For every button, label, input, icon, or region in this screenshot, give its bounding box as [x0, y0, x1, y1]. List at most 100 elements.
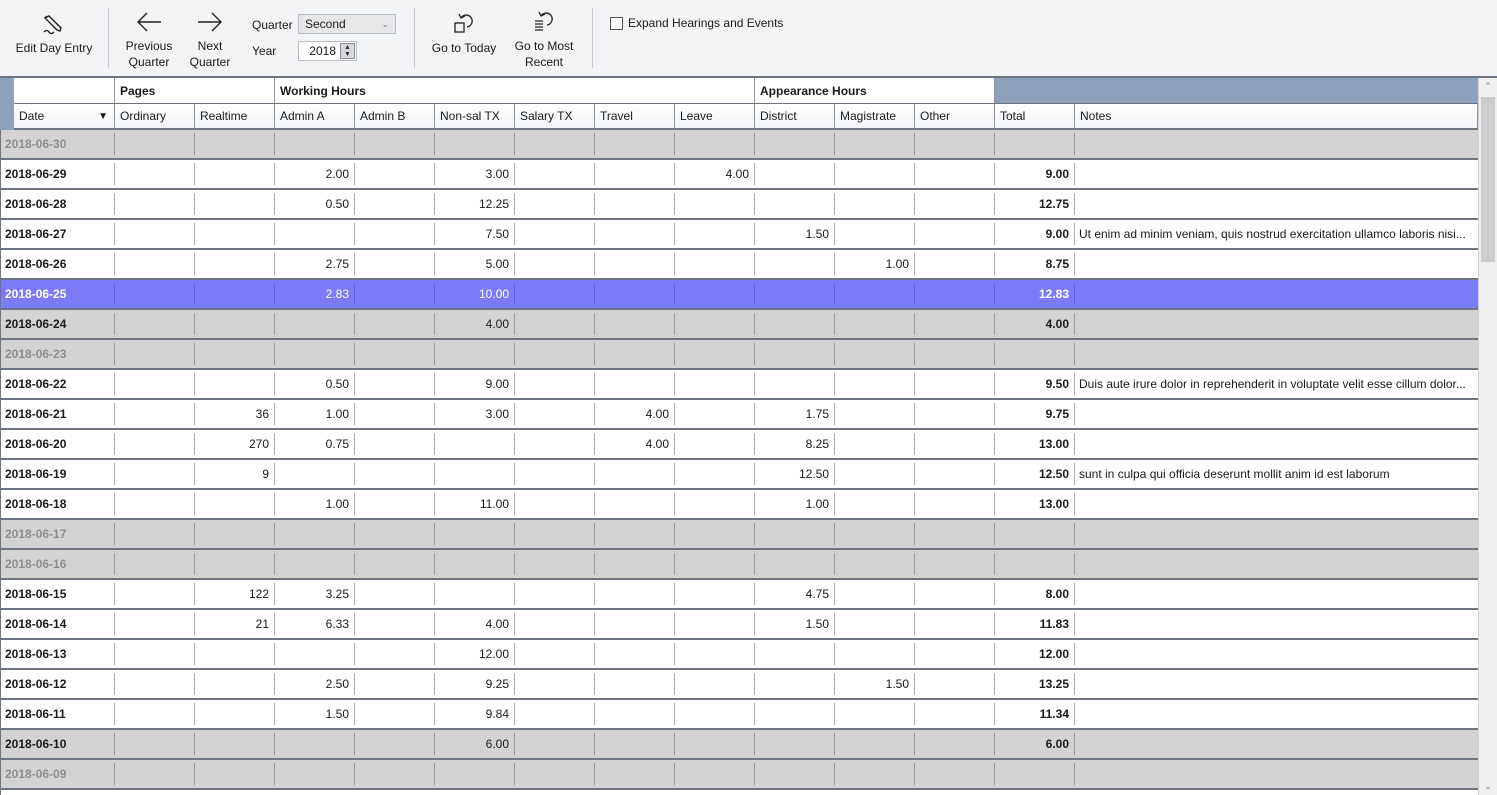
cell-travel[interactable] — [595, 193, 675, 215]
cell-date[interactable]: 2018-06-27 — [0, 223, 115, 245]
cell-magistrate[interactable] — [835, 163, 915, 185]
cell-magistrate[interactable] — [835, 403, 915, 425]
cell-admin-b[interactable] — [355, 763, 435, 785]
cell-admin-b[interactable] — [355, 253, 435, 275]
cell-notes[interactable] — [1075, 343, 1478, 365]
cell-other[interactable] — [915, 523, 995, 545]
cell-non-sal-tx[interactable]: 9.84 — [435, 703, 515, 725]
table-row[interactable]: 2018-06-09 — [0, 760, 1478, 790]
cell-non-sal-tx[interactable]: 11.00 — [435, 493, 515, 515]
cell-admin-a[interactable] — [275, 553, 355, 575]
cell-non-sal-tx[interactable]: 4.00 — [435, 313, 515, 335]
cell-total[interactable] — [995, 553, 1075, 575]
cell-total[interactable] — [995, 763, 1075, 785]
cell-leave[interactable] — [675, 253, 755, 275]
cell-other[interactable] — [915, 763, 995, 785]
table-row[interactable]: 2018-06-17 — [0, 520, 1478, 550]
cell-notes[interactable]: Ut enim ad minim veniam, quis nostrud ex… — [1075, 223, 1478, 245]
column-header-other[interactable]: Other — [915, 104, 995, 128]
cell-notes[interactable] — [1075, 523, 1478, 545]
cell-leave[interactable] — [675, 553, 755, 575]
cell-travel[interactable]: 4.00 — [595, 433, 675, 455]
cell-realtime[interactable] — [195, 523, 275, 545]
cell-realtime[interactable] — [195, 253, 275, 275]
cell-admin-a[interactable]: 3.25 — [275, 583, 355, 605]
cell-other[interactable] — [915, 433, 995, 455]
vertical-scrollbar[interactable]: ⌃ ⌄ — [1478, 78, 1497, 795]
cell-salary-tx[interactable] — [515, 523, 595, 545]
cell-magistrate[interactable] — [835, 463, 915, 485]
cell-ordinary[interactable] — [115, 613, 195, 635]
cell-total[interactable] — [995, 343, 1075, 365]
cell-notes[interactable] — [1075, 733, 1478, 755]
go-to-today-button[interactable]: Go to Today — [426, 6, 502, 56]
cell-salary-tx[interactable] — [515, 283, 595, 305]
cell-admin-a[interactable]: 1.00 — [275, 493, 355, 515]
cell-travel[interactable] — [595, 523, 675, 545]
table-row[interactable]: 2018-06-16 — [0, 550, 1478, 580]
column-header-district[interactable]: District — [755, 104, 835, 128]
cell-date[interactable]: 2018-06-26 — [0, 253, 115, 275]
cell-travel[interactable] — [595, 643, 675, 665]
cell-magistrate[interactable] — [835, 343, 915, 365]
cell-other[interactable] — [915, 343, 995, 365]
column-header-admin-a[interactable]: Admin A — [275, 104, 355, 128]
cell-travel[interactable] — [595, 493, 675, 515]
cell-total[interactable] — [995, 523, 1075, 545]
cell-salary-tx[interactable] — [515, 733, 595, 755]
cell-magistrate[interactable]: 1.00 — [835, 253, 915, 275]
cell-salary-tx[interactable] — [515, 613, 595, 635]
cell-ordinary[interactable] — [115, 733, 195, 755]
cell-notes[interactable] — [1075, 583, 1478, 605]
column-header-magistrate[interactable]: Magistrate — [835, 104, 915, 128]
cell-travel[interactable] — [595, 463, 675, 485]
cell-date[interactable]: 2018-06-14 — [0, 613, 115, 635]
cell-realtime[interactable] — [195, 133, 275, 155]
cell-leave[interactable] — [675, 283, 755, 305]
cell-admin-b[interactable] — [355, 403, 435, 425]
cell-realtime[interactable]: 122 — [195, 583, 275, 605]
cell-total[interactable]: 11.83 — [995, 613, 1075, 635]
cell-travel[interactable] — [595, 253, 675, 275]
table-row[interactable]: 2018-06-10 6.00 6.00 — [0, 730, 1478, 760]
cell-magistrate[interactable] — [835, 523, 915, 545]
cell-magistrate[interactable] — [835, 313, 915, 335]
table-row[interactable]: 2018-06-29 2.00 3.00 4.00 9.00 — [0, 160, 1478, 190]
cell-leave[interactable] — [675, 733, 755, 755]
cell-other[interactable] — [915, 133, 995, 155]
cell-date[interactable]: 2018-06-10 — [0, 733, 115, 755]
cell-admin-b[interactable] — [355, 283, 435, 305]
cell-admin-b[interactable] — [355, 193, 435, 215]
cell-magistrate[interactable] — [835, 433, 915, 455]
table-row[interactable]: 2018-06-13 12.00 12.00 — [0, 640, 1478, 670]
column-header-admin-b[interactable]: Admin B — [355, 104, 435, 128]
cell-other[interactable] — [915, 373, 995, 395]
cell-leave[interactable] — [675, 133, 755, 155]
cell-ordinary[interactable] — [115, 133, 195, 155]
cell-leave[interactable] — [675, 373, 755, 395]
cell-admin-a[interactable]: 2.75 — [275, 253, 355, 275]
cell-leave[interactable] — [675, 643, 755, 665]
cell-total[interactable]: 6.00 — [995, 733, 1075, 755]
cell-magistrate[interactable] — [835, 733, 915, 755]
cell-total[interactable]: 13.00 — [995, 433, 1075, 455]
table-row[interactable]: 2018-06-19 9 12.50 12.50 sunt in culpa qui o… — [0, 460, 1478, 490]
cell-salary-tx[interactable] — [515, 223, 595, 245]
cell-total[interactable]: 4.00 — [995, 313, 1075, 335]
cell-leave[interactable] — [675, 403, 755, 425]
cell-other[interactable] — [915, 193, 995, 215]
cell-non-sal-tx[interactable]: 7.50 — [435, 223, 515, 245]
cell-realtime[interactable] — [195, 673, 275, 695]
cell-ordinary[interactable] — [115, 643, 195, 665]
cell-total[interactable]: 12.75 — [995, 193, 1075, 215]
cell-admin-b[interactable] — [355, 643, 435, 665]
cell-total[interactable]: 12.50 — [995, 463, 1075, 485]
expand-hearings-label[interactable]: Expand Hearings and Events — [628, 16, 783, 30]
cell-travel[interactable] — [595, 733, 675, 755]
cell-leave[interactable] — [675, 493, 755, 515]
cell-ordinary[interactable] — [115, 253, 195, 275]
cell-salary-tx[interactable] — [515, 673, 595, 695]
column-header-notes[interactable]: Notes — [1075, 104, 1478, 128]
cell-salary-tx[interactable] — [515, 163, 595, 185]
spin-down-icon[interactable]: ▼ — [341, 51, 354, 58]
